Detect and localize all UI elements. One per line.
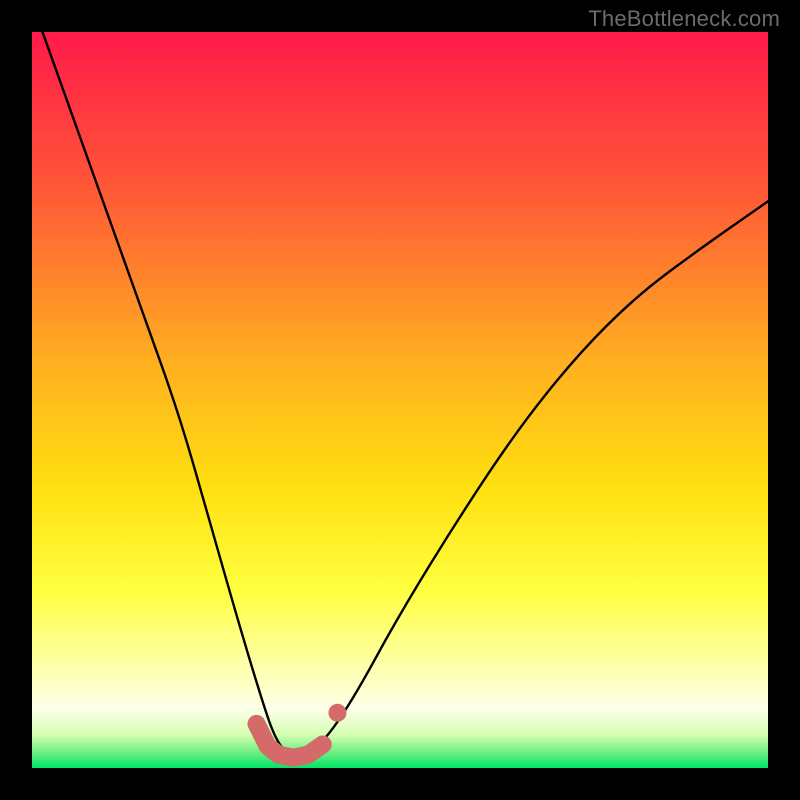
chart-frame: TheBottleneck.com [0, 0, 800, 800]
watermark-text: TheBottleneck.com [588, 6, 780, 32]
gradient-background [32, 32, 768, 768]
bottleneck-chart [32, 32, 768, 768]
highlighted-range-detached-dot [328, 704, 346, 722]
